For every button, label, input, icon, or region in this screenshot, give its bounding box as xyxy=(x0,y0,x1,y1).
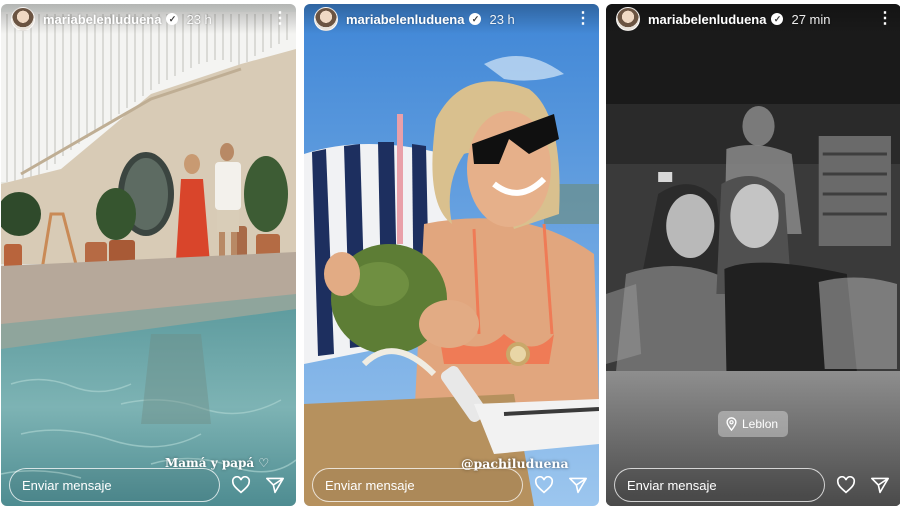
story-footer: Enviar mensaje xyxy=(606,464,900,506)
send-message-input[interactable]: Enviar mensaje xyxy=(9,468,220,502)
profile-avatar[interactable] xyxy=(314,7,338,31)
username-link[interactable]: mariabelenluduena xyxy=(43,12,161,27)
post-time: 27 min xyxy=(791,11,831,27)
location-sticker[interactable]: Leblon xyxy=(718,411,789,437)
story-card-parents[interactable]: mariabelenluduena ✓ 23 h ⋮ Mamá y papá ♡… xyxy=(1,4,296,506)
post-time: 23 h xyxy=(489,11,515,27)
heart-icon[interactable] xyxy=(228,472,254,498)
map-pin-icon xyxy=(726,417,737,431)
story-card-beach[interactable]: mariabelenluduena ✓ 23 h ⋮ @pachiluduena… xyxy=(304,4,599,506)
send-icon[interactable] xyxy=(565,472,591,498)
profile-avatar[interactable] xyxy=(616,7,640,31)
verified-badge-icon: ✓ xyxy=(771,13,784,25)
heart-icon[interactable] xyxy=(531,472,557,498)
story-footer: Enviar mensaje xyxy=(1,464,296,506)
verified-badge-icon: ✓ xyxy=(166,13,179,25)
story-photo-beach xyxy=(304,4,599,506)
verified-badge-icon: ✓ xyxy=(469,13,482,25)
username-link[interactable]: mariabelenluduena xyxy=(648,12,766,27)
send-message-input[interactable]: Enviar mensaje xyxy=(312,468,523,502)
post-time: 23 h xyxy=(186,11,212,27)
story-photo-pool xyxy=(1,4,296,506)
story-header: mariabelenluduena ✓ 23 h ⋮ xyxy=(304,4,599,34)
location-label: Leblon xyxy=(742,417,779,431)
send-icon[interactable] xyxy=(867,472,893,498)
story-card-leblon[interactable]: mariabelenluduena ✓ 27 min ⋮ Leblon Envi… xyxy=(606,4,900,506)
more-options-icon[interactable]: ⋮ xyxy=(877,11,893,27)
story-header: mariabelenluduena ✓ 23 h ⋮ xyxy=(1,4,296,34)
story-header: mariabelenluduena ✓ 27 min ⋮ xyxy=(606,4,900,34)
heart-icon[interactable] xyxy=(833,472,859,498)
story-footer: Enviar mensaje xyxy=(304,464,599,506)
username-link[interactable]: mariabelenluduena xyxy=(346,12,464,27)
more-options-icon[interactable]: ⋮ xyxy=(575,11,591,27)
send-icon[interactable] xyxy=(262,472,288,498)
profile-avatar[interactable] xyxy=(11,7,35,31)
send-message-input[interactable]: Enviar mensaje xyxy=(614,468,825,502)
more-options-icon[interactable]: ⋮ xyxy=(272,11,288,27)
